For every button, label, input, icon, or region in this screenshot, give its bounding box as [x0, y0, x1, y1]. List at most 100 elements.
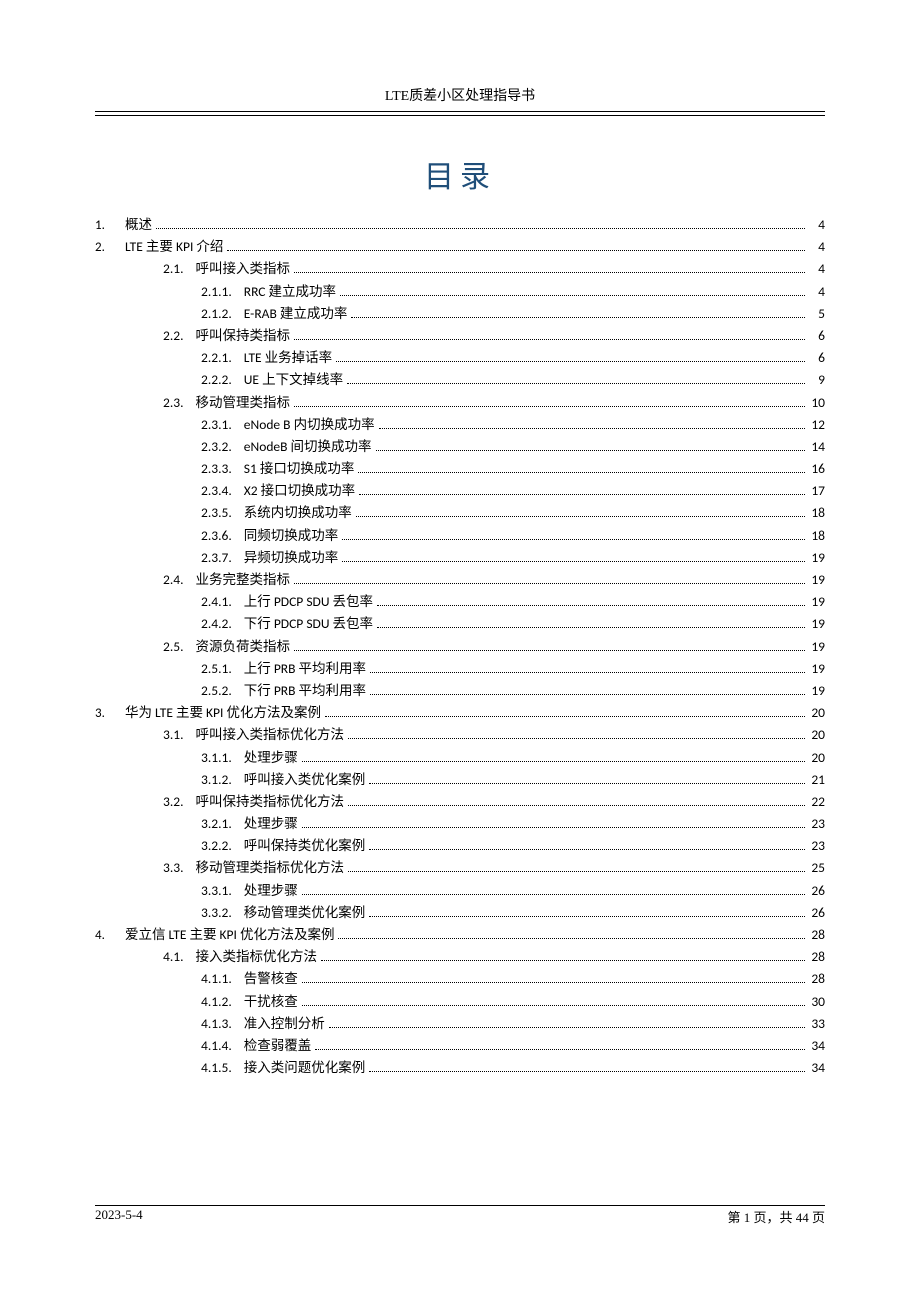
- toc-section-number: 2.1.: [163, 262, 184, 276]
- toc-entry[interactable]: 3.华为 LTE 主要 KPI 优化方法及案例 20: [95, 706, 825, 720]
- toc-section-number: 2.3.4.: [201, 484, 232, 498]
- toc-section-number: 2.2.2.: [201, 373, 232, 387]
- toc-section-number: 3.2.2.: [201, 839, 232, 853]
- toc-entry-title: eNodeB 间切换成功率: [244, 440, 372, 454]
- toc-page-number: 17: [807, 484, 825, 498]
- toc-entry-title: 异频切换成功率: [244, 551, 339, 565]
- toc-leader-dots: [302, 1005, 805, 1006]
- toc-section-number: 2.3.7.: [201, 551, 232, 565]
- toc-page-number: 12: [807, 418, 825, 432]
- toc-entry[interactable]: 4.1.1.告警核查 28: [95, 972, 825, 986]
- toc-entry-title: 上行 PRB 平均利用率: [244, 662, 366, 676]
- toc-page-number: 18: [807, 506, 825, 520]
- toc-section-number: 2.3.3.: [201, 462, 232, 476]
- toc-section-number: 3.1.1.: [201, 751, 232, 765]
- toc-entry[interactable]: 3.2.1.处理步骤 23: [95, 817, 825, 831]
- toc-leader-dots: [325, 716, 805, 717]
- toc-entry-title: 呼叫接入类指标: [196, 262, 291, 276]
- header-rule-bottom: [95, 115, 825, 116]
- toc-entry[interactable]: 3.1.1.处理步骤 20: [95, 751, 825, 765]
- toc-entry-title: E-RAB 建立成功率: [244, 307, 348, 321]
- toc-leader-dots: [294, 272, 805, 273]
- toc-section-number: 2.4.1.: [201, 595, 232, 609]
- toc-entry-title: 爱立信 LTE 主要 KPI 优化方法及案例: [125, 928, 334, 942]
- toc-leader-dots: [315, 1049, 805, 1050]
- toc-entry-title: 呼叫保持类指标: [196, 329, 291, 343]
- toc-section-number: 4.1.4.: [201, 1039, 232, 1053]
- toc-page-number: 28: [807, 950, 825, 964]
- toc-section-number: 2.4.: [163, 573, 184, 587]
- toc-leader-dots: [294, 650, 805, 651]
- toc-entry[interactable]: 3.2.2. 呼叫保持类优化案例 23: [95, 839, 825, 853]
- toc-section-number: 2.5.: [163, 640, 184, 654]
- toc-entry[interactable]: 2.1.1.RRC 建立成功率 4: [95, 285, 825, 299]
- toc-entry[interactable]: 1.概述 4: [95, 218, 825, 232]
- toc-leader-dots: [370, 694, 805, 695]
- toc-page-number: 4: [807, 218, 825, 232]
- toc-page-number: 30: [807, 995, 825, 1009]
- toc-entry[interactable]: 2.3.移动管理类指标 10: [95, 396, 825, 410]
- toc-entry[interactable]: 2.4.业务完整类指标 19: [95, 573, 825, 587]
- toc-page-number: 19: [807, 595, 825, 609]
- toc-section-number: 3.3.1.: [201, 884, 232, 898]
- footer-page-label: 第 1 页，共 44 页: [727, 1207, 825, 1226]
- toc-entry[interactable]: 2.5.2.下行 PRB 平均利用率 19: [95, 684, 825, 698]
- toc-leader-dots: [338, 938, 805, 939]
- toc-entry[interactable]: 2.2.1.LTE 业务掉话率 6: [95, 351, 825, 365]
- toc-entry[interactable]: 2.3.4. X2 接口切换成功率 17: [95, 484, 825, 498]
- toc-entry[interactable]: 3.3.1.处理步骤 26: [95, 884, 825, 898]
- toc-entry-title: X2 接口切换成功率: [244, 484, 355, 498]
- toc-entry[interactable]: 2.2.呼叫保持类指标 6: [95, 329, 825, 343]
- toc-entry[interactable]: 2.3.7.异频切换成功率 19: [95, 551, 825, 565]
- toc-page-number: 25: [807, 861, 825, 875]
- toc-entry-title: 业务完整类指标: [196, 573, 291, 587]
- toc-entry[interactable]: 2.3.2.eNodeB 间切换成功率 14: [95, 440, 825, 454]
- toc-leader-dots: [156, 228, 805, 229]
- toc-entry[interactable]: 2.4.2.下行 PDCP SDU 丢包率 19: [95, 617, 825, 631]
- toc-leader-dots: [359, 494, 805, 495]
- toc-entry[interactable]: 3.1.2.呼叫接入类优化案例 21: [95, 773, 825, 787]
- toc-entry[interactable]: 2.5.资源负荷类指标 19: [95, 640, 825, 654]
- toc-page-number: 34: [807, 1061, 825, 1075]
- toc-entry[interactable]: 3.3.2.移动管理类优化案例 26: [95, 906, 825, 920]
- toc-entry[interactable]: 2.4.1.上行 PDCP SDU 丢包率 19: [95, 595, 825, 609]
- toc-entry-title: UE 上下文掉线率: [244, 373, 343, 387]
- toc-entry[interactable]: 4.1.3.准入控制分析 33: [95, 1017, 825, 1031]
- toc-entry[interactable]: 3.3.移动管理类指标优化方法 25: [95, 861, 825, 875]
- toc-entry[interactable]: 2.1.2.E-RAB 建立成功率 5: [95, 307, 825, 321]
- table-of-contents: 1.概述 4 2.LTE 主要 KPI 介绍 4 2.1. 呼叫接入类指标 4 2.…: [95, 218, 825, 1075]
- toc-entry-title: 移动管理类优化案例: [244, 906, 366, 920]
- toc-entry[interactable]: 2.3.1.eNode B 内切换成功率 12: [95, 418, 825, 432]
- toc-entry[interactable]: 2.2.2.UE 上下文掉线率 9: [95, 373, 825, 387]
- toc-page-number: 23: [807, 839, 825, 853]
- toc-entry-title: 呼叫保持类优化案例: [244, 839, 366, 853]
- toc-entry[interactable]: 2.3.3.S1 接口切换成功率 16: [95, 462, 825, 476]
- toc-entry[interactable]: 2.3.6.同频切换成功率 18: [95, 529, 825, 543]
- toc-entry[interactable]: 4.1.接入类指标优化方法 28: [95, 950, 825, 964]
- toc-leader-dots: [377, 627, 805, 628]
- toc-entry[interactable]: 4.爱立信 LTE 主要 KPI 优化方法及案例 28: [95, 928, 825, 942]
- toc-section-number: 3.1.2.: [201, 773, 232, 787]
- toc-leader-dots: [348, 871, 805, 872]
- toc-entry[interactable]: 2.3.5.系统内切换成功率 18: [95, 506, 825, 520]
- toc-leader-dots: [348, 738, 805, 739]
- toc-page-number: 6: [807, 329, 825, 343]
- toc-entry[interactable]: 3.1.呼叫接入类指标优化方法 20: [95, 728, 825, 742]
- toc-chapter-number: 2.: [95, 241, 125, 254]
- toc-entry[interactable]: 2.5.1.上行 PRB 平均利用率 19: [95, 662, 825, 676]
- toc-entry-title: LTE 业务掉话率: [244, 351, 332, 365]
- toc-entry[interactable]: 4.1.4.检查弱覆盖 34: [95, 1039, 825, 1053]
- toc-leader-dots: [302, 982, 805, 983]
- toc-entry[interactable]: 3.2.呼叫保持类指标优化方法 22: [95, 795, 825, 809]
- toc-leader-dots: [351, 317, 805, 318]
- header-rule-top: [95, 111, 825, 112]
- toc-entry[interactable]: 2.1.呼叫接入类指标 4: [95, 262, 825, 276]
- toc-entry-title: 处理步骤: [244, 817, 298, 831]
- toc-entry[interactable]: 2.LTE 主要 KPI 介绍 4: [95, 240, 825, 254]
- toc-entry[interactable]: 4.1.2.干扰核查 30: [95, 995, 825, 1009]
- toc-page-number: 5: [807, 307, 825, 321]
- toc-entry-title: 概述: [125, 218, 152, 232]
- toc-entry-title: 处理步骤: [244, 751, 298, 765]
- toc-entry[interactable]: 4.1.5.接入类问题优化案例 34: [95, 1061, 825, 1075]
- toc-leader-dots: [227, 250, 805, 251]
